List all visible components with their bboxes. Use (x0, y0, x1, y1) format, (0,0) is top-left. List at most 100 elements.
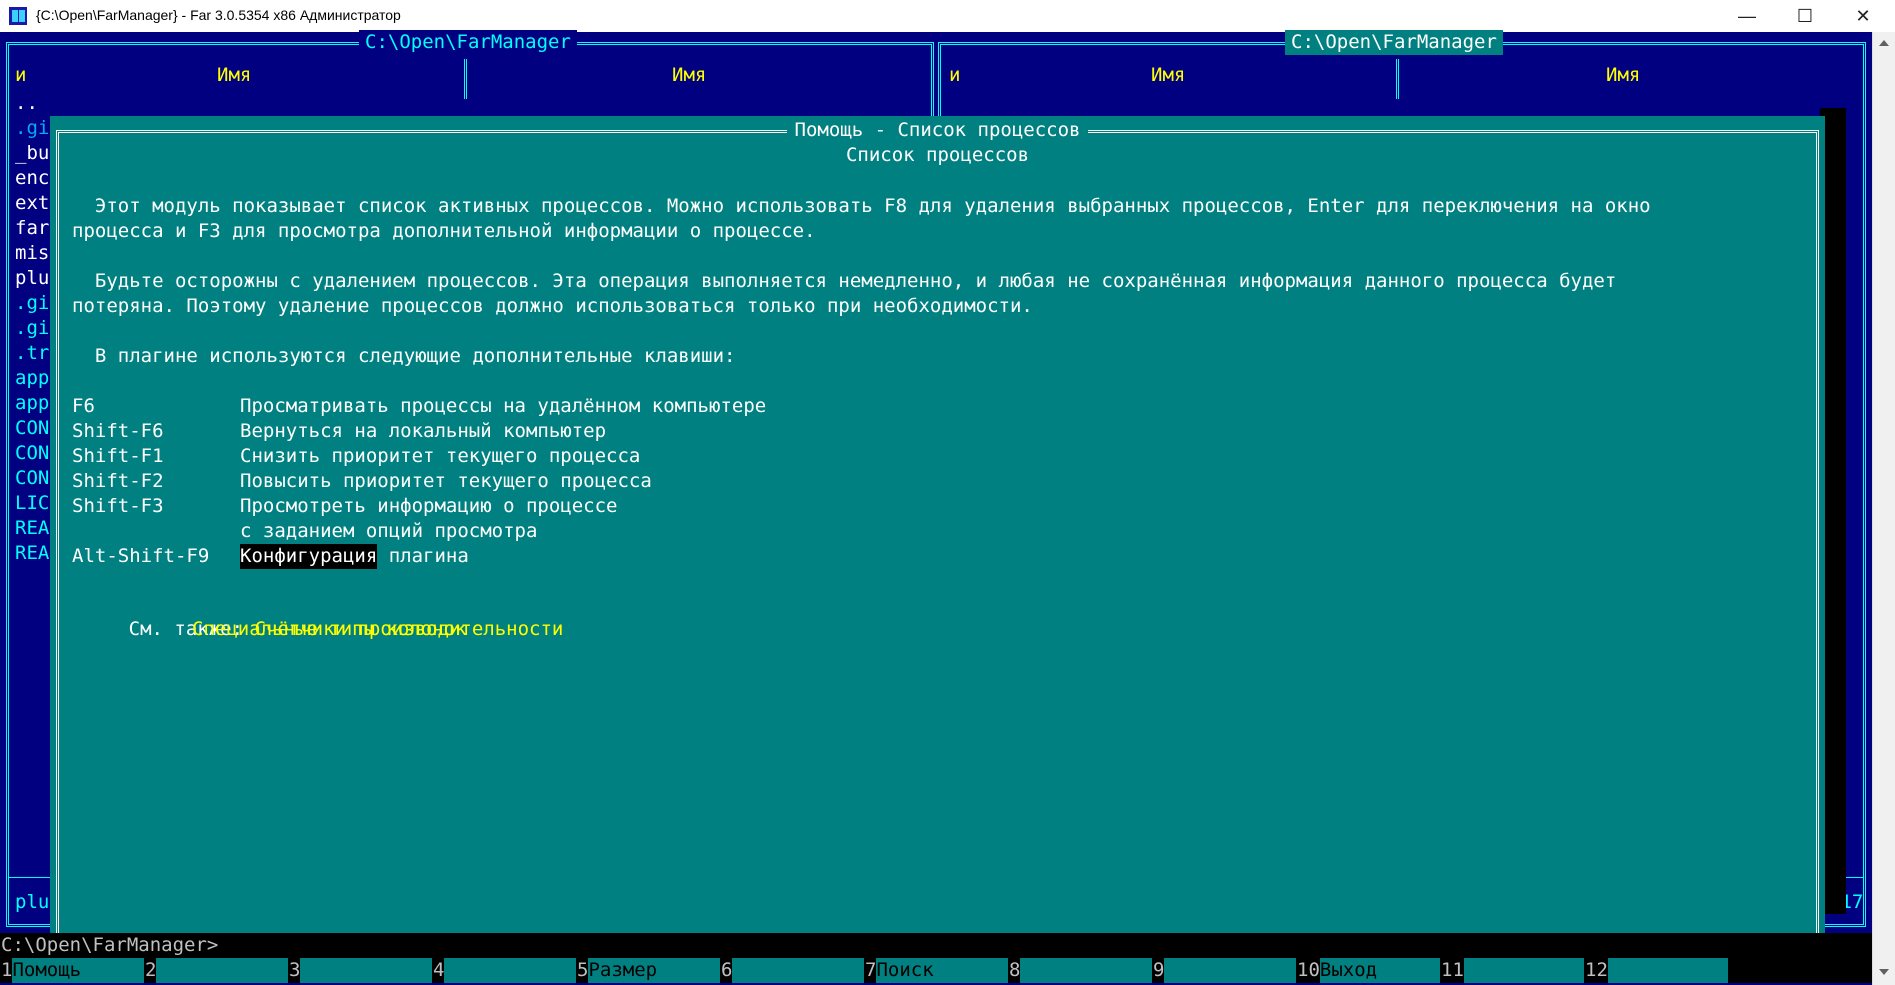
file-item[interactable]: CON (15, 416, 55, 441)
key-label: Выход (1319, 958, 1440, 983)
key-desc: с заданием опций просмотра (240, 520, 538, 542)
left-file-list[interactable]: .. .gi _bu enc ext far mis plu .gi .gi .… (15, 91, 55, 566)
key-number: 10 (1296, 958, 1320, 983)
left-col-divider (464, 59, 467, 99)
keybar-f8[interactable]: 8 (1008, 958, 1152, 983)
key-label (1020, 958, 1152, 983)
file-item[interactable]: ext (15, 191, 55, 216)
keybar-f3[interactable]: 3 (288, 958, 432, 983)
right-panel-path[interactable]: C:\Open\FarManager (1285, 30, 1503, 55)
keybar-f4[interactable]: 4 (432, 958, 576, 983)
key-row: F6 Просматривать процессы на удалённом к… (72, 394, 1792, 419)
key-name (72, 519, 240, 544)
key-name: Alt-Shift-F9 (72, 545, 210, 567)
key-row: Shift-F2 Повысить приоритет текущего про… (72, 469, 1792, 494)
keybar-f10[interactable]: 10 Выход (1296, 958, 1440, 983)
left-col-header-2: Имя (217, 64, 252, 86)
key-number: 8 (1008, 958, 1021, 983)
key-number: 4 (432, 958, 445, 983)
key-desc: плагина (377, 545, 469, 567)
maximize-button[interactable]: ☐ (1776, 0, 1834, 32)
file-item[interactable]: .gi (15, 116, 55, 141)
key-number: 3 (288, 958, 301, 983)
key-row: Shift-F1 Снизить приоритет текущего проц… (72, 444, 1792, 469)
keybar-f2[interactable]: 2 (144, 958, 288, 983)
help-title-text: Помощь - Список процессов (786, 119, 1089, 141)
left-panel-footer: plu (15, 891, 50, 913)
key-row: Shift-F6 Вернуться на локальный компьюте… (72, 419, 1792, 444)
help-para1-line2: процесса и F3 для просмотра дополнительн… (72, 220, 816, 242)
minimize-button[interactable]: — (1718, 0, 1776, 32)
key-label (1463, 958, 1584, 983)
file-item[interactable]: _bu (15, 141, 55, 166)
key-label (300, 958, 432, 983)
file-item[interactable]: .. (15, 91, 55, 116)
file-item[interactable]: far (15, 216, 55, 241)
key-label (1164, 958, 1296, 983)
help-para1-line1: Этот модуль показывает список активных п… (72, 195, 1651, 217)
key-row: с заданием опций просмотра (72, 519, 1792, 544)
key-number: 7 (864, 958, 877, 983)
key-row: Shift-F3 Просмотреть информацию о процес… (72, 494, 1792, 519)
file-item[interactable]: .gi (15, 316, 55, 341)
keybar-f9[interactable]: 9 (1152, 958, 1296, 983)
far-manager-app-icon (9, 7, 27, 25)
key-number: 11 (1440, 958, 1464, 983)
keybar-f11[interactable]: 11 (1440, 958, 1584, 983)
file-item[interactable]: enc (15, 166, 55, 191)
scroll-up-icon[interactable] (1879, 40, 1889, 46)
key-desc: Просматривать процессы на удалённом комп… (240, 395, 767, 417)
file-item[interactable]: mis (15, 241, 55, 266)
right-col-header-1: и (949, 64, 961, 86)
file-item[interactable]: CON (15, 441, 55, 466)
file-item[interactable]: CON (15, 466, 55, 491)
key-number: 9 (1152, 958, 1165, 983)
key-name: Shift-F3 (72, 495, 164, 517)
function-key-bar: 1 Помощь 2 3 4 5 Размер 6 7 Поиск 8 9 10 Вых… (0, 958, 1872, 983)
special-column-types-link[interactable]: Специальные типы колонок (192, 617, 467, 642)
file-item[interactable]: .tr (15, 341, 55, 366)
right-col-divider (1396, 59, 1399, 99)
right-col-header-2: Имя (1151, 64, 1186, 86)
window-vertical-scrollbar[interactable] (1872, 32, 1895, 985)
key-number: 12 (1584, 958, 1608, 983)
left-panel-path[interactable]: C:\Open\FarManager (359, 30, 577, 55)
help-heading: Список процессов (845, 144, 1030, 166)
command-line[interactable]: C:\Open\FarManager> (0, 933, 1872, 958)
help-para2-line1: Будьте осторожны с удалением процессов. … (72, 270, 1617, 292)
keybar-f12[interactable]: 12 (1584, 958, 1728, 983)
file-item[interactable]: plu (15, 266, 55, 291)
key-desc: Просмотреть информацию о процессе (240, 495, 618, 517)
key-label: Поиск (876, 958, 1008, 983)
key-label (156, 958, 288, 983)
key-name: F6 (72, 395, 95, 417)
file-item[interactable]: app (15, 391, 55, 416)
key-name: Shift-F2 (72, 470, 164, 492)
window-titlebar: {C:\Open\FarManager} - Far 3.0.5354 x86 … (0, 0, 1895, 32)
file-item[interactable]: .gi (15, 291, 55, 316)
file-item[interactable]: app (15, 366, 55, 391)
console-area: C:\Open\FarManager и Имя Имя .. .gi _bu … (0, 30, 1872, 985)
key-number: 5 (576, 958, 589, 983)
key-name: Shift-F6 (72, 420, 164, 442)
file-item[interactable]: LIC (15, 491, 55, 516)
help-para3: В плагине используются следующие дополни… (72, 345, 736, 367)
close-button[interactable]: ✕ (1834, 0, 1892, 32)
keybar-f1[interactable]: 1 Помощь (0, 958, 144, 983)
file-item[interactable]: REA (15, 516, 55, 541)
keybar-f6[interactable]: 6 (720, 958, 864, 983)
right-col-header-3: Имя (1606, 64, 1641, 86)
key-label: Помощь (12, 958, 144, 983)
keybar-f5[interactable]: 5 Размер (576, 958, 720, 983)
key-label (1607, 958, 1728, 983)
keybar-f7[interactable]: 7 Поиск (864, 958, 1008, 983)
left-col-header-1: и (15, 64, 27, 86)
help-dialog[interactable]: Помощь - Список процессов Список процесс… (50, 116, 1825, 946)
configuration-link[interactable]: Конфигурация (240, 544, 378, 569)
key-number: 1 (0, 958, 13, 983)
see-also: См. также: Счётчики производительности С… (60, 592, 564, 692)
scroll-down-icon[interactable] (1879, 969, 1889, 975)
file-item[interactable]: REA (15, 541, 55, 566)
